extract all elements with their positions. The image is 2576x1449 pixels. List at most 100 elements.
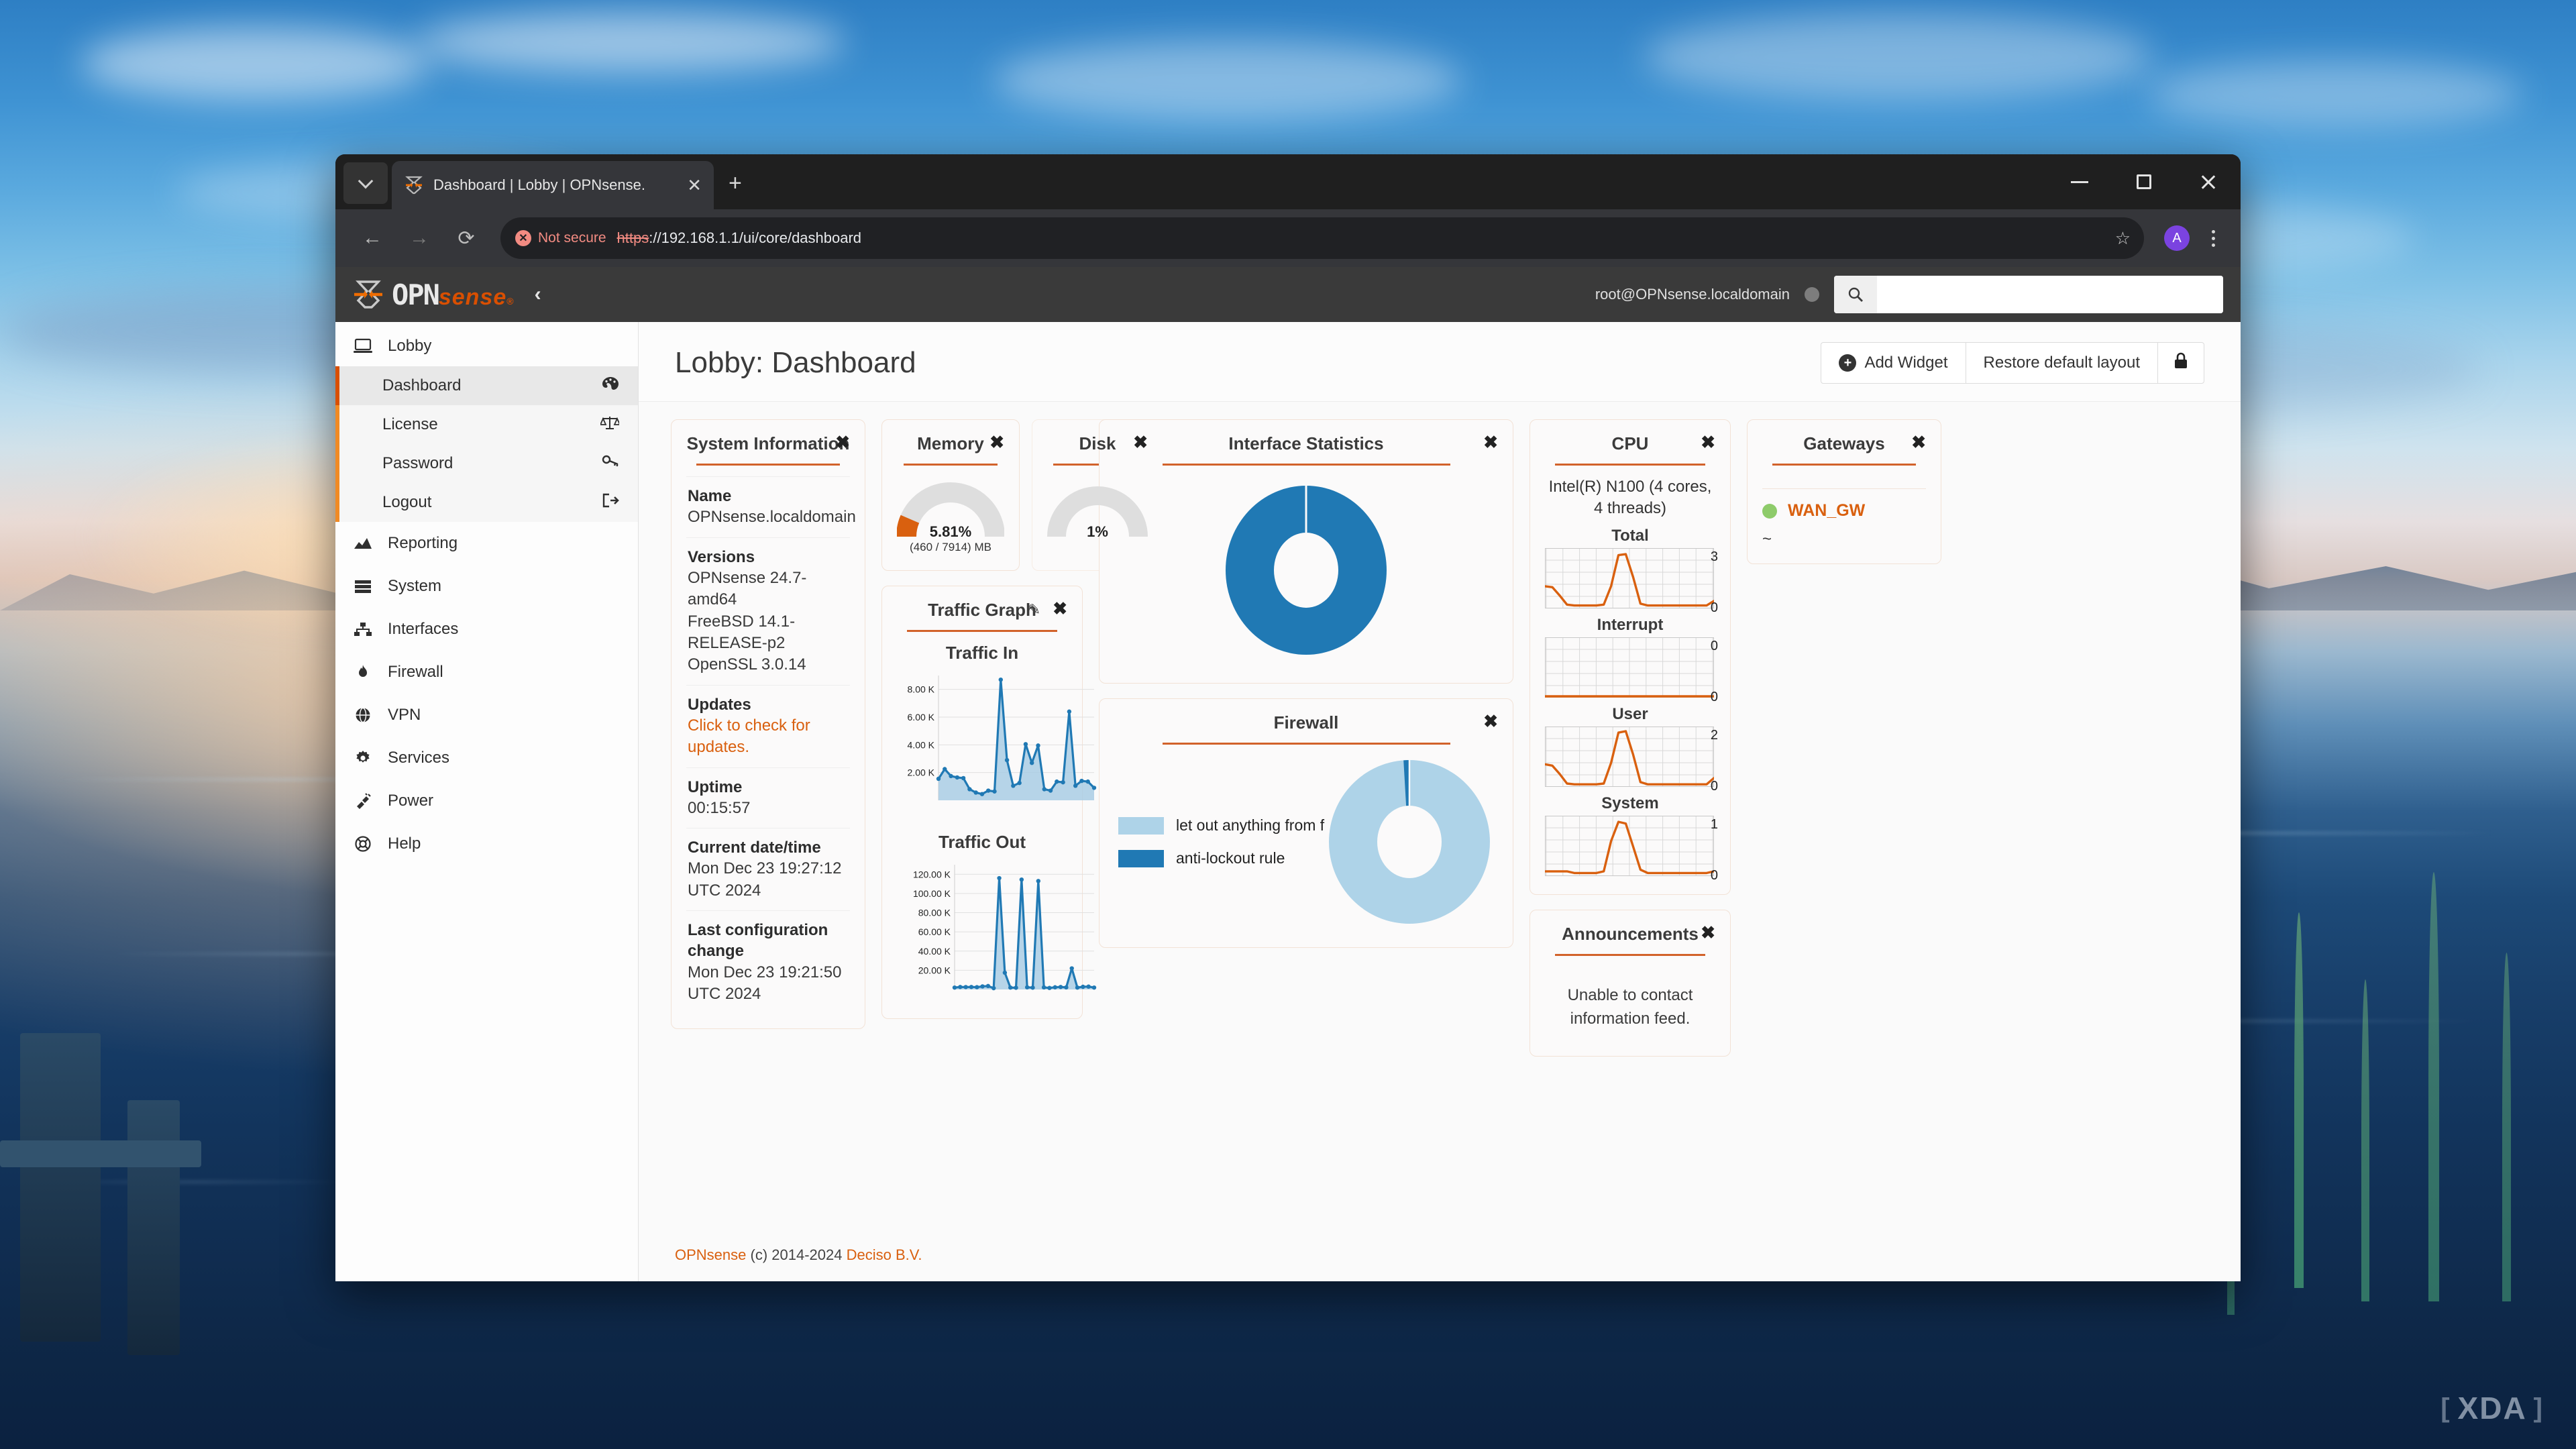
close-icon[interactable]: ✖ xyxy=(1053,600,1067,617)
close-icon[interactable]: ✖ xyxy=(1483,712,1498,730)
sidebar-item-lobby[interactable]: Lobby xyxy=(335,326,638,366)
sidebar-item-dashboard[interactable]: Dashboard xyxy=(335,366,638,405)
divider xyxy=(907,630,1057,632)
opnsense-logo[interactable]: OPN sense ® xyxy=(353,278,515,311)
cpu-min-label: 0 xyxy=(1710,689,1718,704)
legend-item[interactable]: anti-lockout rule xyxy=(1118,849,1316,867)
sidebar-item-vpn[interactable]: VPN xyxy=(335,694,638,737)
sidebar-collapse-button[interactable]: ‹ xyxy=(535,283,541,306)
sidebar-services-label: Services xyxy=(388,749,450,767)
sidebar-item-password[interactable]: Password xyxy=(339,444,638,483)
server-stack-icon xyxy=(352,579,374,594)
legend-item[interactable]: let out anything from f xyxy=(1118,816,1324,835)
sidebar-help-label: Help xyxy=(388,835,421,853)
fire-icon xyxy=(352,664,374,680)
maximize-button[interactable] xyxy=(2112,154,2176,209)
content-header: Lobby: Dashboard + Add Widget Restore de… xyxy=(639,322,2241,402)
add-widget-label: Add Widget xyxy=(1864,354,1948,372)
widget-announcements: Announcements ✖ Unable to contact inform… xyxy=(1529,909,1731,1057)
gateway-row[interactable]: WAN_GW xyxy=(1762,501,1926,521)
header-search-box[interactable] xyxy=(1834,276,2223,313)
opnsense-page: OPNsense® ‹ root@OPNsense.localdomain xyxy=(335,267,2241,1281)
firewall-body: let out anything from f anti-lockout rul… xyxy=(1114,755,1498,932)
sidebar-item-services[interactable]: Services xyxy=(335,737,638,780)
logo-opn-text: OPN xyxy=(392,278,440,311)
sidebar-item-firewall[interactable]: Firewall xyxy=(335,651,638,694)
sidebar-item-interfaces[interactable]: Interfaces xyxy=(335,608,638,651)
reload-button[interactable]: ⟳ xyxy=(443,215,490,262)
announcements-message: Unable to contact information feed. xyxy=(1567,985,1693,1028)
search-input[interactable] xyxy=(1877,276,2223,313)
system-info-row: Current date/time Mon Dec 23 19:27:12 UT… xyxy=(686,828,850,910)
cpu-title: CPU xyxy=(1611,433,1649,453)
interface-stats-chart-wrap xyxy=(1114,476,1498,668)
not-secure-badge[interactable]: ✕ Not secure xyxy=(515,230,606,246)
svg-text:4.00 K: 4.00 K xyxy=(908,739,935,750)
sidebar-item-license[interactable]: License xyxy=(339,405,638,444)
svg-text:40.00 K: 40.00 K xyxy=(918,946,951,957)
footer-company[interactable]: Deciso B.V. xyxy=(847,1246,922,1263)
memory-disk-row: Memory ✖ 5.81% (460 / 7914) MB Disk ✖ 1% xyxy=(881,419,1163,571)
interface-stats-header: Interface Statistics ✖ xyxy=(1114,433,1498,464)
memory-detail: (460 / 7914) MB xyxy=(910,541,991,553)
sidebar-system-label: System xyxy=(388,577,442,595)
close-icon[interactable]: ✖ xyxy=(1911,433,1926,451)
tab-close-icon[interactable]: ✕ xyxy=(687,176,702,194)
divider xyxy=(1162,743,1450,745)
system-info-title: System Information xyxy=(686,433,850,453)
memory-gauge-text: 5.81% (460 / 7914) MB xyxy=(897,523,1004,554)
widget-memory: Memory ✖ 5.81% (460 / 7914) MB xyxy=(881,419,1020,571)
new-tab-button[interactable]: + xyxy=(729,172,742,195)
restore-default-layout-button[interactable]: Restore default layout xyxy=(1965,342,2158,384)
cpu-graph-label: User xyxy=(1612,704,1648,723)
svg-text:120.00 K: 120.00 K xyxy=(913,869,951,879)
sidebar-lobby-submenu: Dashboard License Password Logout xyxy=(335,366,638,522)
close-icon[interactable]: ✖ xyxy=(989,433,1004,451)
svg-text:2.00 K: 2.00 K xyxy=(908,767,935,778)
back-button[interactable]: ← xyxy=(349,215,396,262)
add-widget-button[interactable]: + Add Widget xyxy=(1821,342,1966,384)
dashboard-toolbar: + Add Widget Restore default layout xyxy=(1821,342,2204,384)
tab-search-button[interactable] xyxy=(343,162,388,204)
footer-brand[interactable]: OPNsense xyxy=(675,1246,746,1263)
system-info-value: OPNsense 24.7-amd64 xyxy=(688,568,807,609)
profile-avatar[interactable]: A xyxy=(2164,225,2190,251)
sidebar-item-power[interactable]: Power xyxy=(335,780,638,822)
bookmark-star-icon[interactable]: ☆ xyxy=(2115,228,2131,249)
header-right-group: root@OPNsense.localdomain xyxy=(1595,276,2223,313)
widget-cpu: CPU ✖ Intel(R) N100 (4 cores, 4 threads)… xyxy=(1529,419,1731,895)
check-updates-link[interactable]: Click to check for updates. xyxy=(688,715,849,759)
cpu-system-graph: 1 0 xyxy=(1544,815,1718,883)
edit-pencil-icon[interactable]: ✎ xyxy=(1028,601,1040,619)
disk-gauge-text: 1% xyxy=(1047,523,1148,541)
sidebar-item-reporting[interactable]: Reporting xyxy=(335,522,638,565)
sidebar-item-logout[interactable]: Logout xyxy=(339,483,638,522)
divider xyxy=(1555,953,1705,956)
url-rest: ://192.168.1.1/ui/core/dashboard xyxy=(649,229,862,246)
maximize-icon xyxy=(2137,174,2151,189)
sidebar-item-help[interactable]: Help xyxy=(335,822,638,865)
opnsense-body: Lobby Dashboard License Password Logout … xyxy=(335,322,2241,1281)
minimize-button[interactable] xyxy=(2047,154,2112,209)
close-icon[interactable]: ✖ xyxy=(835,433,850,451)
browser-tab-active[interactable]: Dashboard | Lobby | OPNsense. ✕ xyxy=(392,161,714,209)
close-window-button[interactable] xyxy=(2176,154,2241,209)
omnibox[interactable]: ✕ Not secure https://192.168.1.1/ui/core… xyxy=(500,217,2144,259)
opnsense-top-header: OPN sense ® ‹ root@OPNsense.localdomain xyxy=(335,267,2241,322)
close-icon[interactable]: ✖ xyxy=(1483,433,1498,451)
system-info-row: Updates Click to check for updates. xyxy=(686,684,850,767)
browser-menu-icon[interactable] xyxy=(2199,229,2227,247)
sidebar-lobby-label: Lobby xyxy=(388,337,432,355)
cpu-model-label: Intel(R) N100 (4 cores, 4 threads) xyxy=(1548,478,1712,518)
cpu-max-label: 0 xyxy=(1710,638,1718,653)
lock-layout-button[interactable] xyxy=(2157,342,2204,384)
sidebar-item-system[interactable]: System xyxy=(335,565,638,608)
close-icon[interactable]: ✖ xyxy=(1701,433,1715,451)
system-info-row: Name OPNsense.localdomain xyxy=(686,476,856,537)
announcements-header: Announcements ✖ xyxy=(1545,924,1715,954)
divider xyxy=(903,464,998,466)
memory-percent: 5.81% xyxy=(929,523,972,540)
forward-button[interactable]: → xyxy=(396,215,443,262)
close-icon[interactable]: ✖ xyxy=(1701,924,1715,941)
sidebar-firewall-label: Firewall xyxy=(388,663,443,681)
